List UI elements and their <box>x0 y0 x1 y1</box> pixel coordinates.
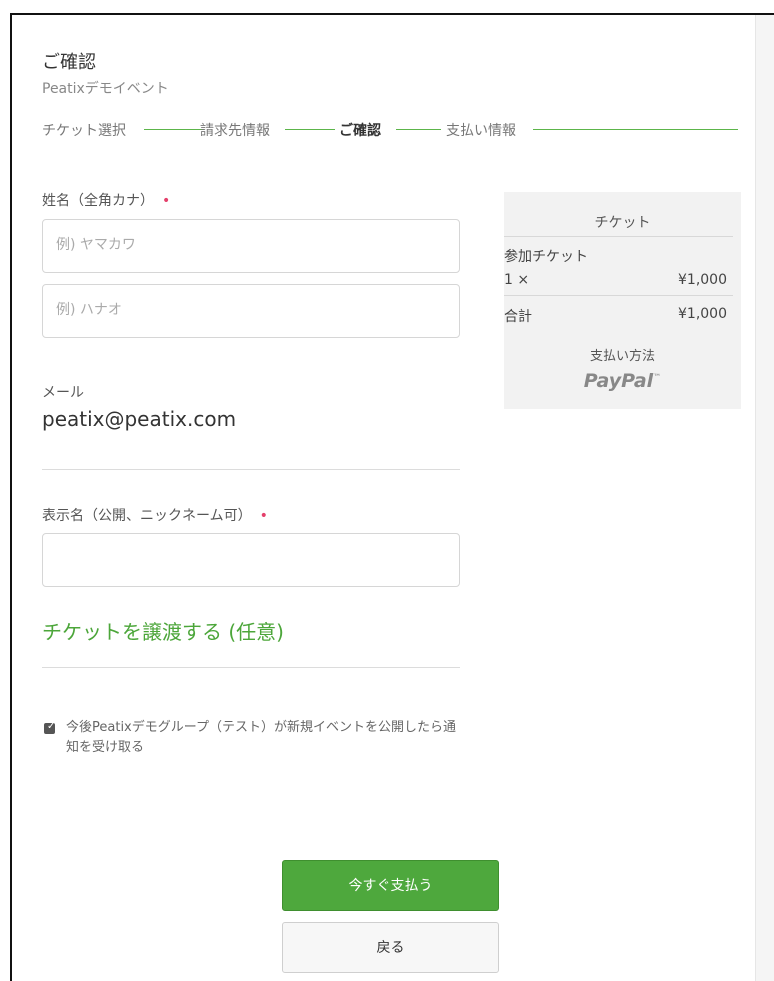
summary-divider <box>504 236 733 237</box>
step-confirm: ご確認 <box>339 123 381 139</box>
order-summary: チケット 参加チケット 1 × ¥1,000 合計 ¥1,000 支払い方法 P… <box>504 192 741 409</box>
transfer-ticket-link[interactable]: チケットを譲渡する (任意) <box>42 616 284 645</box>
back-button[interactable]: 戻る <box>282 922 499 973</box>
frame-border-left <box>10 13 12 981</box>
divider <box>42 469 460 470</box>
step-connector <box>396 129 441 130</box>
step-billing-info: 請求先情報 <box>200 123 270 139</box>
name-label-text: 姓名（全角カナ） <box>42 193 154 209</box>
ticket-name: 参加チケット <box>504 249 588 265</box>
paypal-logo: PayPal™ <box>504 370 741 392</box>
name-label: 姓名（全角カナ） • <box>42 190 170 210</box>
display-name-label-text: 表示名（公開、ニックネーム可） <box>42 508 252 524</box>
summary-title: チケット <box>594 215 651 231</box>
ticket-price: ¥1,000 <box>678 272 727 288</box>
page-title: ご確認 <box>42 52 96 73</box>
paypal-tm: ™ <box>653 372 662 382</box>
ticket-qty: 1 × <box>504 272 530 288</box>
divider <box>42 667 460 668</box>
total-label: 合計 <box>504 309 532 325</box>
pay-now-button[interactable]: 今すぐ支払う <box>282 860 499 911</box>
last-name-input[interactable]: 例) ヤマカワ <box>42 219 460 273</box>
first-name-input[interactable]: 例) ハナオ <box>42 284 460 338</box>
step-payment-info: 支払い情報 <box>446 123 516 139</box>
step-connector <box>533 129 738 130</box>
notify-checkbox[interactable]: ✓ <box>44 721 56 734</box>
email-value: peatix@peatix.com <box>42 407 237 431</box>
display-name-label: 表示名（公開、ニックネーム可） • <box>42 505 268 525</box>
checkout-steps: チケット選択 請求先情報 ご確認 支払い情報 <box>42 120 738 140</box>
check-icon: ✓ <box>47 721 56 732</box>
summary-divider <box>504 295 733 296</box>
frame-border-top <box>10 13 774 15</box>
scrollbar[interactable] <box>755 15 774 981</box>
paypal-logo-text: PayPal <box>583 370 654 392</box>
event-name: Peatixデモイベント <box>42 81 169 97</box>
step-connector <box>144 129 204 130</box>
required-mark: • <box>162 193 171 209</box>
required-mark: • <box>259 508 268 524</box>
email-label: メール <box>42 385 84 401</box>
step-ticket-select: チケット選択 <box>42 123 126 139</box>
payment-method-label: 支払い方法 <box>589 349 655 364</box>
total-value: ¥1,000 <box>678 306 727 322</box>
display-name-input[interactable] <box>42 533 460 587</box>
notify-label: 今後Peatixデモグループ（テスト）が新規イベントを公開したら通知を受け取る <box>66 720 456 755</box>
step-connector <box>285 129 335 130</box>
